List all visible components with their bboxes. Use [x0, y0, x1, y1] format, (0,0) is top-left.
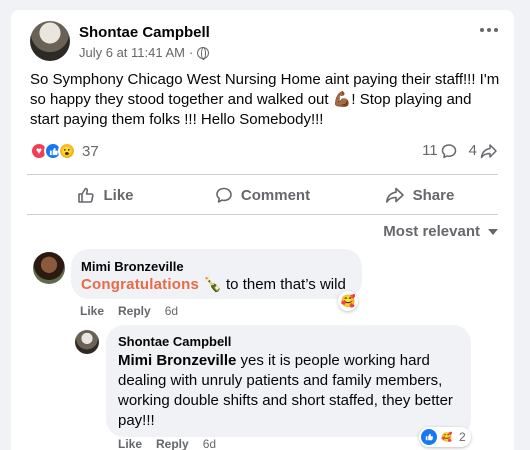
care-icon: 🥰	[441, 431, 453, 442]
sort-label: Most relevant	[383, 223, 480, 240]
comment-actions: Like Reply 6d	[80, 304, 178, 318]
post-card: Shontae Campbell July 6 at 11:41 AM · So…	[11, 10, 514, 450]
dot-icon	[494, 28, 498, 32]
divider	[27, 174, 498, 175]
reply-time[interactable]: 6d	[203, 437, 216, 450]
comment-reply-link[interactable]: Reply	[118, 304, 151, 318]
reply-text: Mimi Bronzeville yes it is people workin…	[118, 351, 463, 431]
post-timestamp[interactable]: July 6 at 11:41 AM	[79, 45, 185, 60]
post-meta: July 6 at 11:41 AM ·	[79, 45, 210, 60]
reply-bubble: Shontae Campbell Mimi Bronzeville yes it…	[106, 325, 471, 437]
reply-actions: Like Reply 6d	[118, 437, 216, 450]
post-text: So Symphony Chicago West Nursing Home ai…	[30, 71, 500, 128]
comment-label: Comment	[240, 186, 311, 204]
share-count: 4	[468, 142, 477, 159]
author-avatar[interactable]	[30, 21, 70, 61]
engagement-counts: 11 4	[422, 142, 498, 159]
mention-link[interactable]: Mimi Bronzeville	[118, 352, 236, 369]
commenter-avatar[interactable]	[33, 252, 65, 284]
comment-time[interactable]: 6d	[165, 304, 178, 318]
dot-icon	[487, 28, 491, 32]
reaction-count: 37	[82, 142, 99, 160]
more-options-button[interactable]	[480, 28, 498, 32]
comment-text: Congratulations 🍾 to them that’s wild	[81, 275, 346, 293]
reply-reaction-count: 2	[459, 430, 466, 444]
comment-like-link[interactable]: Like	[80, 304, 104, 318]
meta-separator: ·	[189, 45, 194, 60]
like-icon	[421, 429, 437, 445]
reply-like-link[interactable]: Like	[118, 437, 142, 450]
thumbs-up-icon	[78, 187, 95, 203]
comment-count: 11	[422, 142, 438, 159]
like-label: Like	[103, 186, 134, 204]
share-arrow-icon	[480, 143, 497, 158]
comment-highlight-text: Congratulations	[81, 276, 199, 293]
reply-author[interactable]: Shontae Campbell	[118, 334, 231, 349]
dot-icon	[480, 28, 484, 32]
share-count-button[interactable]: 4	[469, 142, 498, 159]
comment-bubble: Mimi Bronzeville Congratulations 🍾 to th…	[71, 249, 362, 299]
comment-count-button[interactable]: 11	[422, 142, 457, 159]
divider	[27, 214, 498, 215]
care-icon[interactable]: 🥰	[338, 291, 358, 311]
share-button[interactable]: Share	[341, 178, 498, 212]
share-label: Share	[412, 186, 455, 204]
post-actions: Like Comment Share	[27, 178, 498, 212]
comment-bubble-icon	[441, 143, 456, 158]
comment-author[interactable]: Mimi Bronzeville	[81, 259, 184, 274]
comment-button[interactable]: Comment	[184, 178, 341, 212]
reply-reaction-summary[interactable]: 🥰 2	[419, 427, 471, 447]
like-button[interactable]: Like	[27, 178, 184, 212]
share-icon	[385, 187, 404, 203]
wow-icon: 😮	[58, 142, 76, 160]
comment-sort-dropdown[interactable]: Most relevant	[383, 223, 498, 240]
globe-icon	[197, 46, 210, 60]
reply-reply-link[interactable]: Reply	[156, 437, 189, 450]
comment-text-rest: 🍾 to them that’s wild	[203, 276, 346, 293]
reply-author-avatar[interactable]	[75, 330, 99, 354]
reaction-summary[interactable]: ♥ 😮 37	[30, 142, 99, 160]
post-author[interactable]: Shontae Campbell	[79, 24, 210, 41]
caret-down-icon	[488, 228, 498, 235]
comment-icon	[216, 187, 232, 203]
